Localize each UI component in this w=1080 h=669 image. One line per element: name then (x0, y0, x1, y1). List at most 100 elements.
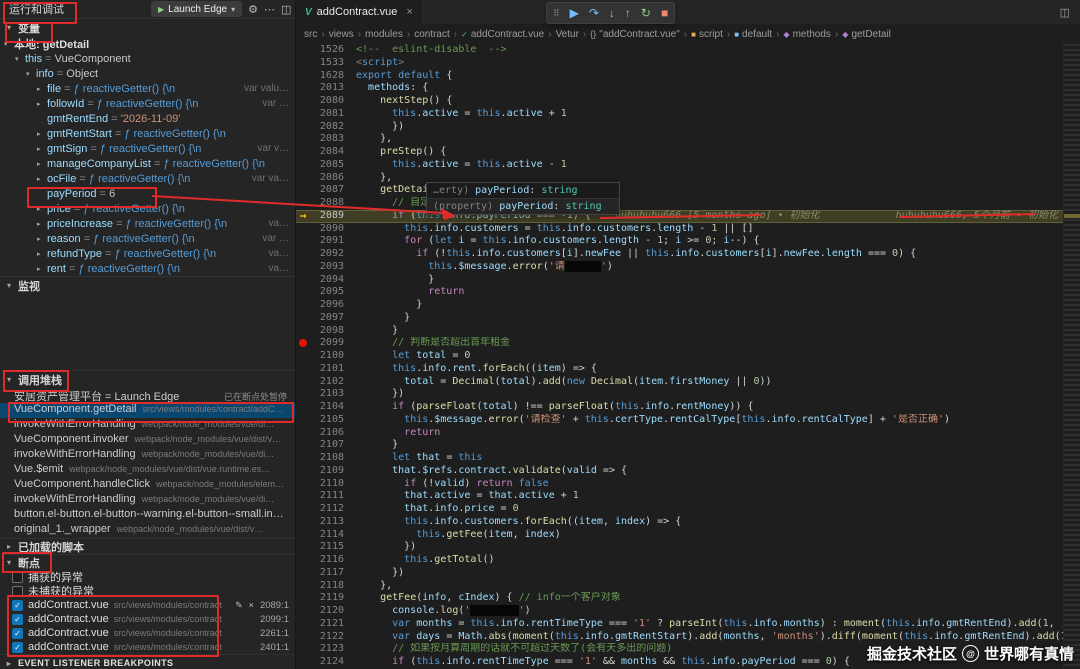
breakpoint-row[interactable]: ✓addContract.vuesrc/views/modules/contra… (0, 626, 295, 640)
variable-row[interactable]: payPeriod = 6 (0, 186, 295, 201)
code-line[interactable]: 2092 if (!this.info.customers[i].newFee … (296, 248, 1080, 261)
code-line[interactable]: 2090 this.info.customers = this.info.cus… (296, 223, 1080, 236)
variable-row[interactable]: gmtRentEnd = '2026-11-09' (0, 111, 295, 126)
gutter-margin[interactable] (296, 554, 310, 567)
variable-row[interactable]: ▸reason = ƒ reactiveGetter() {\nvar … (0, 231, 295, 246)
breadcrumb-item[interactable]: modules (365, 29, 403, 40)
code-line[interactable]: 2109 that.$refs.contract.validate(valid … (296, 465, 1080, 478)
breakpoint-checkbox-checked[interactable]: ✓ (12, 600, 23, 611)
breakpoint-checkbox-checked[interactable]: ✓ (12, 628, 23, 639)
code-line[interactable]: 2087 getDetail() { (296, 184, 1080, 197)
step-out-icon[interactable]: ↑ (625, 3, 631, 23)
gutter-margin[interactable] (296, 286, 310, 299)
twisty-icon[interactable]: ▾ (15, 55, 25, 63)
gutter-margin[interactable] (296, 388, 310, 401)
variable-row[interactable]: ▾this = VueComponent (0, 51, 295, 66)
gutter-margin[interactable] (296, 337, 310, 350)
gutter-margin[interactable] (296, 656, 310, 669)
code-line[interactable]: 2113 this.info.customers.forEach((item, … (296, 516, 1080, 529)
code-line[interactable]: 1526<!-- eslint-disable --> (296, 44, 1080, 57)
gutter-margin[interactable] (296, 465, 310, 478)
code-line[interactable]: 2119 getFee(info, cIndex) { // info一个客户对… (296, 592, 1080, 605)
more-actions-icon[interactable]: ⋯ (264, 3, 275, 16)
gutter-margin[interactable] (296, 580, 310, 593)
twisty-icon[interactable]: ▸ (37, 130, 47, 138)
twisty-icon[interactable]: ▾ (26, 70, 36, 78)
code-line[interactable]: 2107 } (296, 439, 1080, 452)
twisty-icon[interactable]: ▸ (37, 100, 47, 108)
twisty-icon[interactable]: ▸ (37, 265, 47, 273)
exception-breakpoint-row[interactable]: 捕获的异常 (0, 570, 295, 584)
call-stack-frame[interactable]: invokeWithErrorHandlingwebpack/node_modu… (0, 448, 295, 463)
breakpoint-row[interactable]: ✓addContract.vuesrc/views/modules/contra… (0, 612, 295, 626)
call-stack-frame[interactable]: VueComponent.invokerwebpack/node_modules… (0, 433, 295, 448)
gutter-margin[interactable] (296, 478, 310, 491)
code-line[interactable]: 2100 let total = 0 (296, 350, 1080, 363)
variables-section-header[interactable]: ▾ 变量 (0, 18, 295, 36)
call-stack-frame[interactable]: VueComponent.getDetailsrc/views/modules/… (0, 403, 295, 418)
open-panel-icon[interactable]: ◫ (281, 3, 291, 16)
twisty-icon[interactable]: ▸ (37, 160, 47, 168)
gutter-margin[interactable] (296, 414, 310, 427)
call-stack-section-header[interactable]: ▾ 调用堆栈 (0, 370, 295, 388)
code-line[interactable]: 2084 preStep() { (296, 146, 1080, 159)
code-line[interactable]: →2089 if (this.info.payPeriod === -1) { … (296, 210, 1080, 223)
gutter-margin[interactable] (296, 44, 310, 57)
variable-row[interactable]: ▾info = Object (0, 66, 295, 81)
gutter-margin[interactable] (296, 95, 310, 108)
variable-row[interactable]: ▸followId = ƒ reactiveGetter() {\nvar … (0, 96, 295, 111)
variable-row[interactable]: ▸refundType = ƒ reactiveGetter() {\nva… (0, 246, 295, 261)
continue-icon[interactable]: ▶ (570, 3, 579, 23)
code-line[interactable]: 2122 var days = Math.abs(moment(this.inf… (296, 631, 1080, 644)
code-line[interactable]: 2111 that.active = that.active + 1 (296, 490, 1080, 503)
code-line[interactable]: 2096 } (296, 299, 1080, 312)
variable-row[interactable]: ▸gmtSign = ƒ reactiveGetter() {\nvar v… (0, 141, 295, 156)
code-line[interactable]: 2118 }, (296, 580, 1080, 593)
gutter-margin[interactable] (296, 312, 310, 325)
gutter-margin[interactable] (296, 146, 310, 159)
gutter-margin[interactable] (296, 490, 310, 503)
drag-grip-icon[interactable]: ⠿ (553, 3, 560, 23)
gutter-margin[interactable] (296, 70, 310, 83)
call-stack-frame[interactable]: invokeWithErrorHandlingwebpack/node_modu… (0, 418, 295, 433)
breakpoint-checkbox-checked[interactable]: ✓ (12, 642, 23, 653)
code-line[interactable]: 2094 } (296, 274, 1080, 287)
variable-row[interactable]: ▸gmtRentStart = ƒ reactiveGetter() {\n (0, 126, 295, 141)
code-line[interactable]: 2095 return (296, 286, 1080, 299)
twisty-icon[interactable]: ▾ (4, 40, 14, 48)
gutter-margin[interactable] (296, 427, 310, 440)
twisty-icon[interactable]: ▸ (37, 145, 47, 153)
breadcrumb-item[interactable]: ◆methods (783, 29, 831, 40)
twisty-icon[interactable]: ▸ (37, 175, 47, 183)
call-stack-frame[interactable]: original_1._wrapperwebpack/node_modules/… (0, 523, 295, 538)
call-stack-frame[interactable]: button.el-button.el-button--warning.el-b… (0, 508, 295, 523)
code-line[interactable]: 1628export default { (296, 70, 1080, 83)
call-stack-frame[interactable]: 安居资产管理平台 = Launch Edge已在断点处暂停 (0, 388, 295, 403)
code-line[interactable]: 2106 return (296, 427, 1080, 440)
gear-icon[interactable]: ⚙ (248, 3, 258, 16)
code-line[interactable]: 2088 // 自定义XXXX判断金 (296, 197, 1080, 210)
breakpoint-row[interactable]: ✓addContract.vuesrc/views/modules/contra… (0, 640, 295, 654)
code-line[interactable]: 2097 } (296, 312, 1080, 325)
gutter-margin[interactable] (296, 121, 310, 134)
watch-section-header[interactable]: ▾ 监视 (0, 276, 295, 294)
stop-icon[interactable]: ■ (661, 3, 668, 23)
breakpoints-section-header[interactable]: ▾ 断点 (0, 554, 295, 570)
variable-row[interactable]: ▸file = ƒ reactiveGetter() {\nvar valu… (0, 81, 295, 96)
code-line[interactable]: 2120 console.log('XXXXXXXX') (296, 605, 1080, 618)
gutter-margin[interactable] (296, 643, 310, 656)
code-line[interactable]: 1533<script> (296, 57, 1080, 70)
gutter-margin[interactable] (296, 439, 310, 452)
code-line[interactable]: 2108 let that = this (296, 452, 1080, 465)
step-over-icon[interactable]: ↷ (589, 3, 599, 23)
minimap[interactable] (1063, 44, 1080, 669)
code-line[interactable]: 2114 this.getFee(item, index) (296, 529, 1080, 542)
close-tab-icon[interactable]: × (406, 6, 412, 18)
code-line[interactable]: 2093 this.$message.error('请XXXXXX') (296, 261, 1080, 274)
breadcrumb-item[interactable]: {}"addContract.vue" (590, 29, 680, 40)
gutter-margin[interactable] (296, 605, 310, 618)
gutter-margin[interactable] (296, 541, 310, 554)
gutter-margin[interactable] (296, 159, 310, 172)
breadcrumb-item[interactable]: ■default (734, 29, 772, 40)
code-line[interactable]: 2081 this.active = this.active + 1 (296, 108, 1080, 121)
